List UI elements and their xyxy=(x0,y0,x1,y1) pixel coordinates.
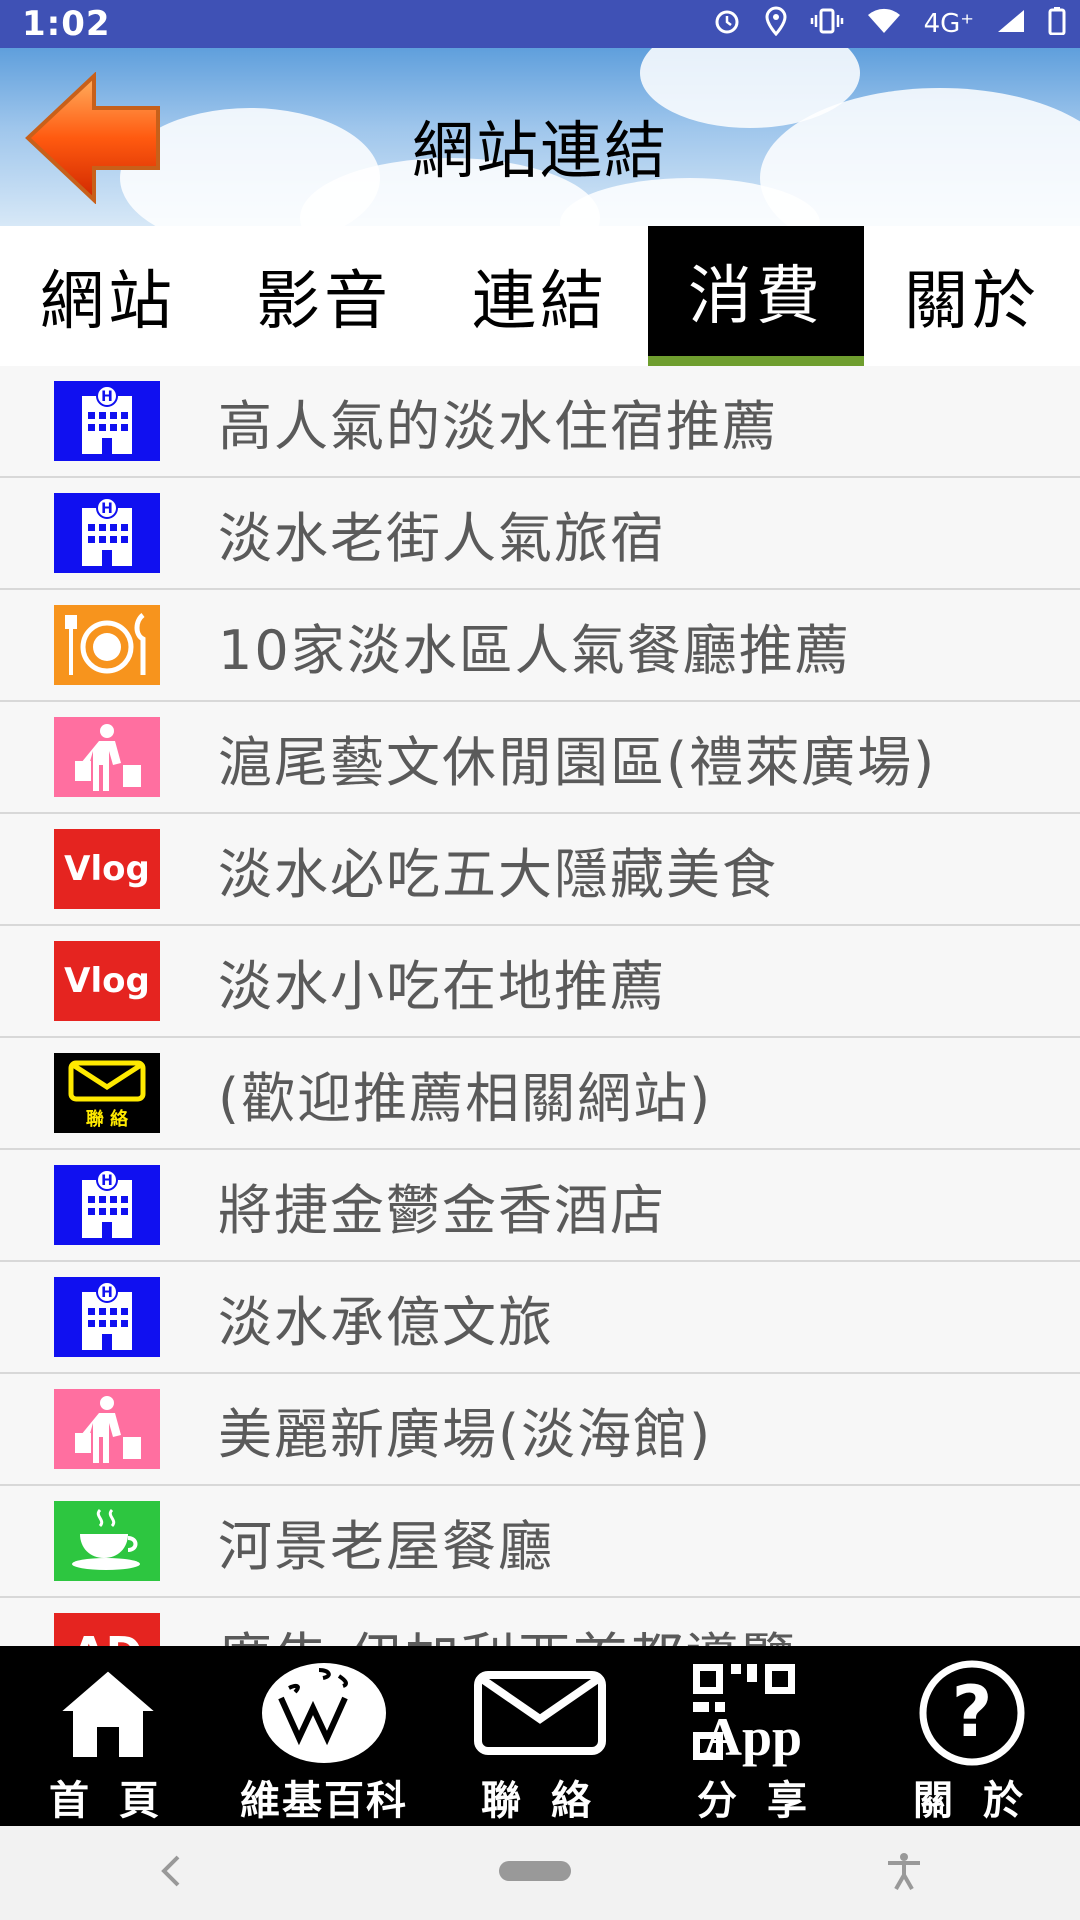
hotel-icon: H xyxy=(54,381,160,461)
svg-text:H: H xyxy=(101,1173,113,1189)
nav-about[interactable]: ? 關 於 xyxy=(864,1646,1080,1826)
link-list: H 高人氣的淡水住宿推薦 H 淡水老街人氣旅宿 10家淡水區人氣餐廳推薦 滬尾藝… xyxy=(0,366,1080,1646)
list-item-label: 高人氣的淡水住宿推薦 xyxy=(218,394,778,458)
list-item-label: 河景老屋餐廳 xyxy=(218,1514,554,1578)
ad-icon-text: AD xyxy=(72,1628,143,1647)
restaurant-icon xyxy=(54,605,160,685)
mail-icon xyxy=(474,1654,606,1772)
status-time: 1:02 xyxy=(22,4,111,44)
home-icon xyxy=(53,1654,163,1772)
hotel-icon: H xyxy=(54,1277,160,1357)
status-bar: 1:02 4G⁺ xyxy=(0,0,1080,48)
list-item-label: 10家淡水區人氣餐廳推薦 xyxy=(218,618,851,682)
list-item-label: 淡水承億文旅 xyxy=(218,1290,554,1354)
svg-text:?: ? xyxy=(952,1671,993,1753)
system-home-pill-icon[interactable] xyxy=(497,1859,573,1887)
system-nav-bar xyxy=(0,1826,1080,1920)
list-item[interactable]: H 淡水承億文旅 xyxy=(0,1262,1080,1374)
tab-about[interactable]: 關於 xyxy=(864,226,1080,366)
list-item-label: 滬尾藝文休閒園區(禮萊廣場) xyxy=(218,730,937,794)
nav-home-label: 首 頁 xyxy=(49,1778,167,1824)
app-header: 網站連結 xyxy=(0,48,1080,226)
ad-icon: AD xyxy=(54,1613,160,1646)
list-item[interactable]: 美麗新廣場(淡海館) xyxy=(0,1374,1080,1486)
list-item[interactable]: H 淡水老街人氣旅宿 xyxy=(0,478,1080,590)
list-item[interactable]: 河景老屋餐廳 xyxy=(0,1486,1080,1598)
location-icon xyxy=(764,5,788,43)
list-item-label: 美麗新廣場(淡海館) xyxy=(218,1402,713,1466)
list-item[interactable]: 聯 絡 (歡迎推薦相關網站) xyxy=(0,1038,1080,1150)
list-item[interactable]: 滬尾藝文休閒園區(禮萊廣場) xyxy=(0,702,1080,814)
bottom-nav: 首 頁 維基百科 聯 絡 App 分 享 ? 關 於 xyxy=(0,1646,1080,1826)
qr-app-icon-text: App xyxy=(703,1707,803,1767)
signal-icon xyxy=(996,8,1026,41)
nav-home[interactable]: 首 頁 xyxy=(0,1646,216,1826)
list-item-label: (歡迎推薦相關網站) xyxy=(218,1066,713,1130)
system-back-icon[interactable] xyxy=(156,1851,186,1895)
list-item[interactable]: H 高人氣的淡水住宿推薦 xyxy=(0,366,1080,478)
nav-contact-label: 聯 絡 xyxy=(481,1778,599,1824)
nav-about-label: 關 於 xyxy=(913,1778,1031,1824)
list-item-label: 將捷金鬱金香酒店 xyxy=(218,1178,666,1242)
mail-icon-text: 聯 絡 xyxy=(85,1109,129,1130)
shopping-icon xyxy=(54,717,160,797)
list-item-label: 廣告 伊加利亞首都導覽 xyxy=(218,1614,797,1647)
help-icon: ? xyxy=(917,1654,1027,1772)
vlog-icon: Vlog xyxy=(54,829,160,909)
shopping-icon xyxy=(54,1389,160,1469)
vlog-icon: Vlog xyxy=(54,941,160,1021)
vibrate-icon xyxy=(810,8,844,41)
mail-icon: 聯 絡 xyxy=(54,1053,160,1133)
tab-consumption[interactable]: 消費 xyxy=(648,226,864,366)
vlog-icon-text: Vlog xyxy=(64,961,150,1001)
tab-links[interactable]: 連結 xyxy=(432,226,648,366)
wikipedia-icon xyxy=(259,1654,389,1772)
nav-share-label: 分 享 xyxy=(697,1778,815,1824)
tab-bar: 網站 影音 連結 消費 關於 xyxy=(0,226,1080,366)
svg-text:H: H xyxy=(101,501,113,517)
hotel-icon: H xyxy=(54,1165,160,1245)
network-type: 4G⁺ xyxy=(923,9,974,39)
alarm-icon xyxy=(712,6,742,43)
page-title: 網站連結 xyxy=(411,114,668,187)
accessibility-icon[interactable] xyxy=(884,1851,924,1895)
qr-app-icon: App xyxy=(681,1654,831,1772)
battery-icon xyxy=(1048,6,1066,42)
nav-wikipedia[interactable]: 維基百科 xyxy=(216,1646,432,1826)
list-item-label: 淡水老街人氣旅宿 xyxy=(218,506,666,570)
hotel-icon: H xyxy=(54,493,160,573)
nav-wikipedia-label: 維基百科 xyxy=(240,1778,408,1824)
svg-text:H: H xyxy=(101,389,113,405)
vlog-icon-text: Vlog xyxy=(64,849,150,889)
list-item[interactable]: AD 廣告 伊加利亞首都導覽 xyxy=(0,1598,1080,1646)
status-icons: 4G⁺ xyxy=(712,5,1066,43)
tab-media[interactable]: 影音 xyxy=(216,226,432,366)
tab-websites[interactable]: 網站 xyxy=(0,226,216,366)
list-item[interactable]: 10家淡水區人氣餐廳推薦 xyxy=(0,590,1080,702)
list-item[interactable]: Vlog 淡水必吃五大隱藏美食 xyxy=(0,814,1080,926)
list-item-label: 淡水小吃在地推薦 xyxy=(218,954,666,1018)
nav-contact[interactable]: 聯 絡 xyxy=(432,1646,648,1826)
list-item-label: 淡水必吃五大隱藏美食 xyxy=(218,842,778,906)
coffee-icon xyxy=(54,1501,160,1581)
list-item[interactable]: Vlog 淡水小吃在地推薦 xyxy=(0,926,1080,1038)
wifi-icon xyxy=(866,7,902,42)
svg-text:H: H xyxy=(101,1285,113,1301)
nav-share[interactable]: App 分 享 xyxy=(648,1646,864,1826)
list-item[interactable]: H 將捷金鬱金香酒店 xyxy=(0,1150,1080,1262)
